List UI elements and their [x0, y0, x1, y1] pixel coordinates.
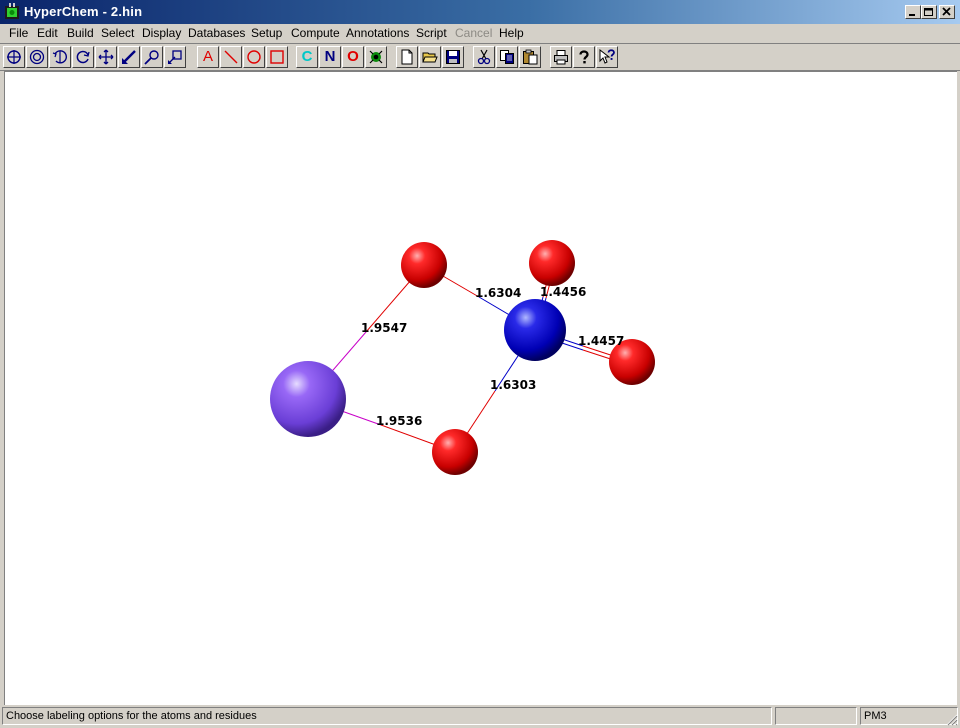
copy-button[interactable]	[496, 46, 518, 68]
resize-grip-icon[interactable]	[946, 714, 958, 726]
ellipse-icon	[247, 50, 261, 64]
rotate-in-plane-button[interactable]	[72, 46, 94, 68]
draw-tool-icon	[122, 50, 136, 64]
bond-label-o-top-n: 1.6304	[475, 286, 521, 300]
bond-label-n-o-upper: 1.4456	[540, 285, 586, 299]
menu-file[interactable]: File	[9, 26, 28, 40]
menu-build[interactable]: Build	[67, 26, 94, 40]
cut-button[interactable]	[473, 46, 495, 68]
paste-icon	[523, 49, 538, 65]
hyperchem-app-icon	[5, 3, 19, 19]
rectangle-icon	[270, 50, 284, 64]
status-message: Choose labeling options for the atoms an…	[2, 707, 772, 725]
new-file-icon	[401, 49, 413, 65]
element-carbon-button[interactable]: C	[296, 46, 318, 68]
menu-setup[interactable]: Setup	[251, 26, 282, 40]
rotate-out-of-plane-icon	[52, 50, 67, 64]
oxygen-glyph: O	[347, 48, 359, 65]
nitrogen-glyph: N	[324, 48, 336, 65]
save-icon	[446, 50, 460, 64]
help-button[interactable]	[573, 46, 595, 68]
atom-oxygen-upper-right[interactable]	[529, 240, 575, 286]
zoom-out-button[interactable]	[141, 46, 163, 68]
zoom-tool-icon	[29, 49, 45, 65]
open-folder-icon	[422, 52, 438, 63]
line-icon	[224, 50, 238, 64]
toolbar: A C N O	[0, 44, 960, 70]
context-help-icon	[599, 49, 615, 64]
window-title: HyperChem - 2.hin	[24, 4, 143, 19]
translate-icon	[98, 49, 114, 65]
status-method: PM3	[860, 707, 958, 725]
close-icon	[942, 7, 951, 16]
periodic-table-icon	[369, 50, 383, 64]
restore-button[interactable]	[921, 5, 937, 19]
menu-display[interactable]: Display	[142, 26, 181, 40]
menu-script[interactable]: Script	[416, 26, 447, 40]
minimize-icon	[909, 14, 915, 16]
zoom-out-icon	[144, 50, 159, 65]
bond-label-metal-o-top: 1.9547	[361, 321, 407, 335]
translate-button[interactable]	[95, 46, 117, 68]
printer-icon	[554, 50, 568, 65]
menu-cancel[interactable]: Cancel	[455, 26, 492, 40]
bond-label-n-o-bottom: 1.6303	[490, 378, 536, 392]
context-help-button[interactable]	[596, 46, 618, 68]
molecule-view[interactable]: 1.6304 1.4456 1.4457 1.9547 1.6303 1.953…	[5, 72, 957, 705]
rotate-in-plane-icon	[76, 50, 90, 64]
title-bar: HyperChem - 2.hin	[0, 0, 960, 24]
draw-tool-button[interactable]	[118, 46, 140, 68]
status-pane-2	[775, 707, 857, 725]
z-translate-button[interactable]	[164, 46, 186, 68]
z-translate-icon	[168, 50, 182, 64]
print-button[interactable]	[550, 46, 572, 68]
menu-help[interactable]: Help	[499, 26, 524, 40]
atom-nitrogen-center[interactable]	[504, 299, 566, 361]
copy-icon	[500, 50, 514, 64]
menu-compute[interactable]: Compute	[291, 26, 340, 40]
save-file-button[interactable]	[442, 46, 464, 68]
menu-select[interactable]: Select	[101, 26, 134, 40]
bond-label-n-o-right: 1.4457	[578, 334, 624, 348]
atom-metal[interactable]	[270, 361, 346, 437]
paste-button[interactable]	[519, 46, 541, 68]
scissors-icon	[477, 49, 491, 65]
select-tool-button[interactable]	[3, 46, 25, 68]
annotation-text-glyph: A	[202, 48, 213, 65]
zoom-tool-button[interactable]	[26, 46, 48, 68]
menu-edit[interactable]: Edit	[37, 26, 58, 40]
element-oxygen-button[interactable]: O	[342, 46, 364, 68]
atom-oxygen-top[interactable]	[401, 242, 447, 288]
open-file-button[interactable]	[419, 46, 441, 68]
menu-databases[interactable]: Databases	[188, 26, 245, 40]
bond-label-metal-o-bottom: 1.9536	[376, 414, 422, 428]
bond-labels: 1.6304 1.4456 1.4457 1.9547 1.6303 1.953…	[361, 285, 624, 428]
element-nitrogen-button[interactable]: N	[319, 46, 341, 68]
periodic-table-button[interactable]	[365, 46, 387, 68]
status-bar: Choose labeling options for the atoms an…	[0, 705, 960, 728]
annotation-text-button[interactable]: A	[197, 46, 219, 68]
close-button[interactable]	[939, 5, 955, 19]
restore-icon	[924, 8, 933, 16]
rotate-out-of-plane-button[interactable]	[49, 46, 71, 68]
carbon-glyph: C	[301, 48, 313, 65]
annotation-rectangle-button[interactable]	[266, 46, 288, 68]
molecule-workspace[interactable]: 1.6304 1.4456 1.4457 1.9547 1.6303 1.953…	[4, 71, 957, 705]
atom-oxygen-bottom[interactable]	[432, 429, 478, 475]
minimize-button[interactable]	[905, 5, 921, 19]
select-tool-icon	[7, 50, 21, 64]
menu-bar: File Edit Build Select Display Databases…	[0, 24, 960, 43]
menu-annotations[interactable]: Annotations	[346, 26, 409, 40]
new-file-button[interactable]	[396, 46, 418, 68]
atoms	[270, 240, 655, 475]
annotation-line-button[interactable]	[220, 46, 242, 68]
help-question-icon	[579, 50, 589, 64]
annotation-ellipse-button[interactable]	[243, 46, 265, 68]
